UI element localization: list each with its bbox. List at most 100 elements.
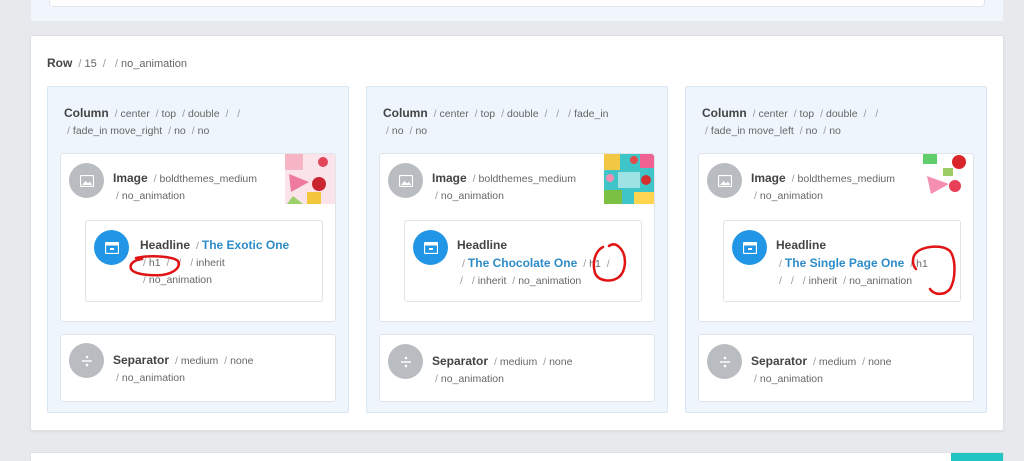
divide-icon <box>707 344 742 379</box>
column-3[interactable]: Column / center / top / double / / / fade_in… <box>685 86 987 413</box>
column-param: center <box>758 108 788 120</box>
row-header[interactable]: Row /15 / / no_animation <box>47 56 187 70</box>
separator-element[interactable]: Separator / medium / none / no_animation <box>698 334 974 402</box>
separator-size: medium <box>499 356 538 368</box>
image-element[interactable]: Image /boldthemes_medium /no_animation <box>60 153 336 322</box>
headline-info: Headline / The Exotic One / h1 / / / inheri… <box>140 238 290 286</box>
separator-border: none <box>230 355 254 367</box>
headline-title: Headline <box>776 238 827 252</box>
image-info: Image / boldthemes_medium / no_animation <box>751 171 895 202</box>
column-param: no <box>197 125 210 137</box>
column-param: center <box>439 108 469 120</box>
image-icon <box>69 163 104 198</box>
image-size: boldthemes_medium <box>478 173 576 185</box>
column-title: Column <box>64 106 109 120</box>
separator-animation: no_animation <box>121 372 185 384</box>
headline-text-link[interactable]: The Single Page One <box>785 256 904 270</box>
image-element[interactable]: Image /boldthemes_medium /no_animation <box>698 153 974 322</box>
column-param: top <box>480 108 496 120</box>
column-param: no <box>415 125 428 137</box>
headline-param: h1 <box>916 258 928 270</box>
separator-border: none <box>868 356 892 368</box>
headline-param: inherit <box>196 257 225 269</box>
previous-section <box>30 0 1004 22</box>
separator-info: Separator / medium / none / no_animation <box>432 354 573 385</box>
image-info: Image / boldthemes_medium / no_animation <box>113 171 257 202</box>
row-container: Row /15 / / no_animation Column / center /… <box>30 35 1004 431</box>
column-param: fade_in move_left <box>710 125 794 137</box>
column-param: no <box>391 125 404 137</box>
separator-title: Separator <box>432 354 489 368</box>
separator-title: Separator <box>751 354 808 368</box>
column-param: top <box>799 108 815 120</box>
headline-param: no_animation <box>518 275 582 287</box>
headline-element[interactable]: Headline / The Chocolate One / h1 / / / inh… <box>404 220 642 302</box>
headline-icon <box>94 230 129 265</box>
image-info: Image / boldthemes_medium / no_animation <box>432 171 576 202</box>
headline-info: Headline / The Chocolate One / h1 / / / inh… <box>457 238 610 287</box>
headline-param: h1 <box>589 258 601 270</box>
image-size: boldthemes_medium <box>159 173 257 185</box>
row-param: 15 <box>84 58 97 70</box>
row-param: no_animation <box>120 58 188 70</box>
separator-info: Separator / medium / none / no_animation <box>751 354 892 385</box>
column-1[interactable]: Column / center / top / double / / / fade_in… <box>47 86 349 413</box>
image-animation: no_animation <box>121 190 185 202</box>
column-param: fade_in move_right <box>72 125 163 137</box>
column-param: double <box>507 108 539 120</box>
column-header[interactable]: Column / center / top / double / / / fade_in… <box>383 105 658 140</box>
headline-param: h1 <box>148 257 161 269</box>
column-param: no <box>805 125 818 137</box>
column-header[interactable]: Column / center / top / double / / / fade_in… <box>702 105 977 140</box>
separator-size: medium <box>818 356 857 368</box>
row-title: Row <box>47 56 73 70</box>
image-thumbnail <box>604 154 654 204</box>
column-param: no <box>829 125 841 137</box>
headline-text-link[interactable]: The Chocolate One <box>468 256 577 270</box>
image-animation: no_animation <box>440 190 504 202</box>
separator-title: Separator <box>113 353 170 367</box>
separator-element[interactable]: Separator / medium / none / no_animation <box>379 334 655 402</box>
separator-animation: no_animation <box>440 373 504 385</box>
column-param: fade_in <box>574 108 609 120</box>
separator-size: medium <box>180 355 219 367</box>
separator-element[interactable]: Separator / medium / none / no_animation <box>60 334 336 402</box>
column-param: no <box>174 125 186 137</box>
image-icon <box>388 163 423 198</box>
headline-text-link[interactable]: The Exotic One <box>202 238 289 252</box>
column-param: double <box>188 108 220 120</box>
image-title: Image <box>113 171 148 185</box>
image-animation: no_animation <box>759 190 823 202</box>
image-thumbnail <box>285 154 335 204</box>
divide-icon <box>388 344 423 379</box>
next-section-button[interactable] <box>951 453 1003 461</box>
column-param: top <box>161 108 177 120</box>
image-icon <box>707 163 742 198</box>
headline-param: inherit <box>477 275 507 287</box>
headline-element[interactable]: Headline / The Exotic One / h1 / / / inheri… <box>85 220 323 302</box>
headline-param: no_animation <box>849 275 913 287</box>
divide-icon <box>69 343 104 378</box>
column-2[interactable]: Column / center / top / double / / / fade_in… <box>366 86 668 413</box>
image-thumbnail <box>923 154 973 204</box>
image-element[interactable]: Image /boldthemes_medium /no_animation <box>379 153 655 322</box>
headline-info: Headline / The Single Page One / h1 / / / i… <box>776 238 928 287</box>
image-size: boldthemes_medium <box>797 173 895 185</box>
headline-title: Headline <box>140 238 191 252</box>
column-title: Column <box>383 106 428 120</box>
headline-param: inherit <box>808 275 838 287</box>
column-header[interactable]: Column / center / top / double / / / fade_in… <box>64 105 339 140</box>
image-title: Image <box>751 171 786 185</box>
column-param: center <box>120 108 150 120</box>
next-section-bar <box>30 452 1004 461</box>
headline-icon <box>413 230 448 265</box>
headline-icon <box>732 230 767 265</box>
headline-element[interactable]: Headline / The Single Page One / h1 / / / i… <box>723 220 961 302</box>
column-param: double <box>826 108 858 120</box>
headline-title: Headline <box>457 238 508 252</box>
column-title: Column <box>702 106 747 120</box>
headline-param: no_animation <box>148 274 212 286</box>
image-title: Image <box>432 171 467 185</box>
separator-info: Separator / medium / none / no_animation <box>113 353 254 384</box>
separator-animation: no_animation <box>759 373 823 385</box>
